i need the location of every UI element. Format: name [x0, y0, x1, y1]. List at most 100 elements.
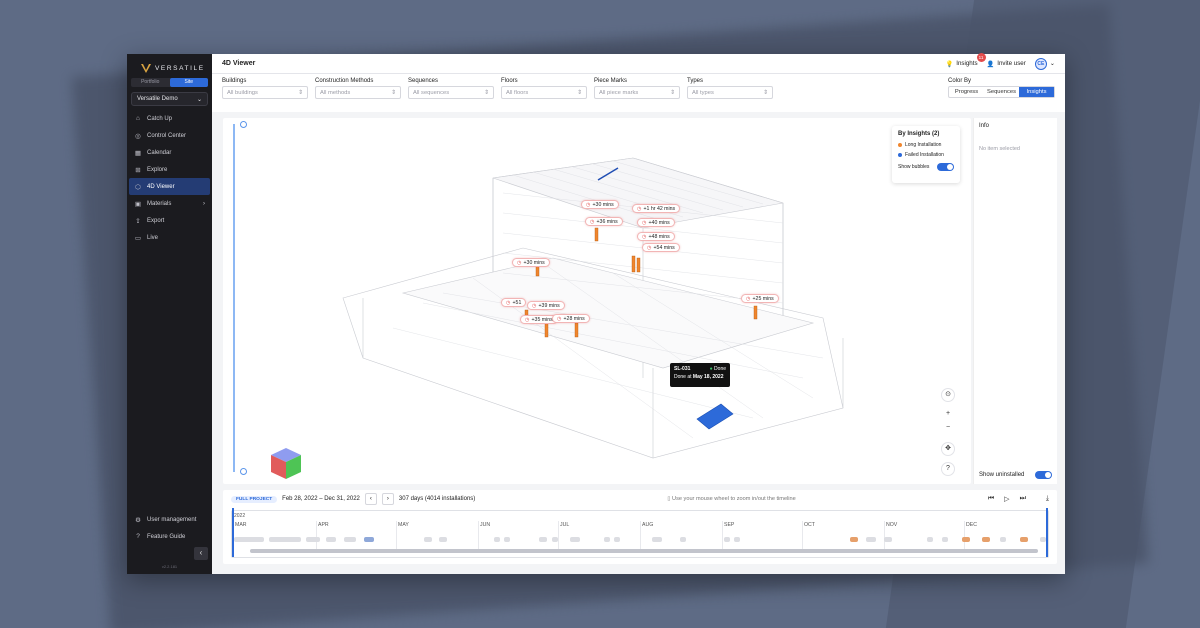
download-button[interactable]: ⤓ [1046, 495, 1049, 503]
brand-name: VERSATILE [155, 64, 205, 72]
show-bubbles-label: Show bubbles [898, 164, 930, 170]
insight-bubble[interactable]: ◷ +40 mins [637, 218, 675, 227]
insight-bubble[interactable]: ◷ +1 hr 42 mins [632, 204, 681, 213]
insight-bubble[interactable]: ◷ +36 mins [585, 217, 623, 226]
month-label: AUG [642, 522, 654, 528]
sort-icon: ⇕ [391, 89, 396, 96]
play-button[interactable]: ▷ [1004, 495, 1009, 503]
next-range-button[interactable]: › [381, 493, 394, 505]
month-divider [722, 521, 723, 551]
select-placeholder: All sequences [413, 89, 450, 96]
installation-chip [504, 537, 510, 542]
bubble-label: +30 mins [592, 202, 614, 208]
timeline-start-handle[interactable] [232, 508, 234, 557]
account-menu[interactable]: CE ⌄ [1034, 57, 1055, 70]
zoom-out-button[interactable]: − [941, 422, 955, 436]
select-placeholder: All methods [320, 89, 351, 96]
insight-bubble[interactable]: ◷ +48 mins [637, 232, 675, 241]
installation-chip [439, 537, 447, 542]
invite-user-button[interactable]: 👤 Invite user [987, 60, 1026, 68]
insight-bubble[interactable]: ◷ +25 mins [741, 294, 779, 303]
sidebar-item-control-center[interactable]: ◎ Control Center [129, 127, 210, 144]
app-window: VERSATILE Portfolio Site Versatile Demo … [127, 52, 1065, 574]
methods-select[interactable]: All methods ⇕ [315, 86, 401, 99]
brand-logo[interactable]: VERSATILE [127, 54, 212, 76]
show-uninstalled-toggle[interactable] [1035, 471, 1052, 479]
sidebar-item-calendar[interactable]: ▦ Calendar [129, 144, 210, 161]
sidebar-item-catch-up[interactable]: ⌂ Catch Up [129, 110, 210, 127]
info-title: Info [979, 123, 990, 129]
clock-icon: ◷ [557, 316, 562, 322]
bubble-label: +30 mins [523, 260, 545, 266]
insight-bubble[interactable]: ◷ +54 mins [642, 243, 680, 252]
timeline-panel: FULL PROJECT Feb 28, 2022 – Dec 31, 2022… [223, 490, 1057, 564]
focus-button[interactable]: ⊙ [941, 388, 955, 402]
target-icon: ⊙ [945, 391, 951, 398]
timeline-track[interactable]: 2022 MAR APR MAY JUN JUL AUG SEP OCT NOV [231, 508, 1049, 558]
sidebar-item-feature-guide[interactable]: ? Feature Guide [129, 528, 210, 545]
month-divider [884, 521, 885, 551]
filter-construction-methods: Construction Methods All methods ⇕ [315, 78, 401, 99]
installation-chip [982, 537, 990, 542]
show-bubbles-toggle[interactable] [937, 163, 954, 171]
pan-button[interactable]: ✥ [941, 442, 955, 456]
color-by-progress[interactable]: Progress [949, 87, 984, 97]
zoom-in-button[interactable]: + [941, 408, 955, 422]
timeline-scrollbar[interactable] [250, 549, 1038, 553]
insight-bubble[interactable]: ◷ +30 mins [581, 200, 619, 209]
buildings-select[interactable]: All buildings ⇕ [222, 86, 308, 99]
insight-bubble[interactable]: ◷ +30 mins [512, 258, 550, 267]
sidebar-item-materials[interactable]: ▣ Materials › [129, 195, 210, 212]
month-divider [558, 521, 559, 551]
legend-label: Failed Installation [905, 152, 944, 158]
sidebar-item-label: 4D Viewer [147, 183, 175, 190]
info-panel: Info No item selected Show uninstalled [973, 118, 1057, 484]
project-dropdown[interactable]: Versatile Demo ⌄ [131, 92, 208, 106]
month-label: APR [318, 522, 329, 528]
collapse-sidebar-button[interactable]: ‹ [194, 547, 208, 560]
sidebar: VERSATILE Portfolio Site Versatile Demo … [127, 54, 212, 574]
sort-icon: ⇕ [298, 89, 303, 96]
timeline-end-handle[interactable] [1046, 508, 1048, 557]
insights-count-badge: 11 [976, 52, 986, 62]
status-dot-icon: ● [709, 366, 713, 372]
prev-range-button[interactable]: ‹ [364, 493, 377, 505]
sidebar-item-export[interactable]: ⇪ Export [129, 212, 210, 229]
clock-icon: ◷ [746, 296, 751, 302]
mode-site[interactable]: Site [169, 78, 208, 87]
sidebar-item-label: Calendar [147, 149, 172, 156]
installation-chip [604, 537, 610, 542]
clock-icon: ◷ [525, 317, 530, 323]
color-by-insights[interactable]: Insights [1019, 87, 1054, 97]
sidebar-item-user-management[interactable]: ⚙ User management [129, 511, 210, 528]
filter-piece-marks: Piece Marks All piece marks ⇕ [594, 78, 680, 99]
insight-bubble[interactable]: ◷ +51 [501, 298, 527, 307]
help-button[interactable]: ? [941, 462, 955, 476]
sidebar-item-explore[interactable]: ⊞ Explore [129, 161, 210, 178]
piece-marks-select[interactable]: All piece marks ⇕ [594, 86, 680, 99]
mouse-icon: ▯ [667, 496, 671, 502]
rewind-button[interactable]: ⏮ [988, 495, 994, 503]
app-version: v2.2.181 [161, 564, 178, 569]
insight-bubble[interactable]: ◷ +39 mins [527, 301, 565, 310]
fast-forward-button[interactable]: ⏭ [1020, 495, 1026, 503]
insights-button[interactable]: 💡 Insights 11 [946, 52, 986, 68]
sort-icon: ⇕ [763, 89, 768, 96]
insight-bubble[interactable]: ◷ +28 mins [552, 314, 590, 323]
home-icon: ⌂ [136, 115, 140, 122]
view-cube[interactable] [268, 446, 304, 482]
color-by-sequences[interactable]: Sequences [984, 87, 1019, 97]
types-select[interactable]: All types ⇕ [687, 86, 773, 99]
floors-select[interactable]: All floors ⇕ [501, 86, 587, 99]
full-project-pill[interactable]: FULL PROJECT [231, 495, 278, 503]
installation-chip [962, 537, 970, 542]
sequences-select[interactable]: All sequences ⇕ [408, 86, 494, 99]
installation-chip [234, 537, 264, 542]
sidebar-item-live[interactable]: ▭ Live [129, 229, 210, 246]
mode-portfolio[interactable]: Portfolio [131, 78, 170, 87]
color-by-switch: Progress Sequences Insights [948, 86, 1055, 98]
sidebar-item-4d-viewer[interactable]: ⬡ 4D Viewer [129, 178, 210, 195]
date-range[interactable]: Feb 28, 2022 – Dec 31, 2022 [282, 496, 360, 502]
month-divider [478, 521, 479, 551]
model-viewport[interactable]: ◷ +30 mins ◷ +36 mins ◷ +1 hr 42 mins ◷ +40 … [223, 118, 971, 484]
